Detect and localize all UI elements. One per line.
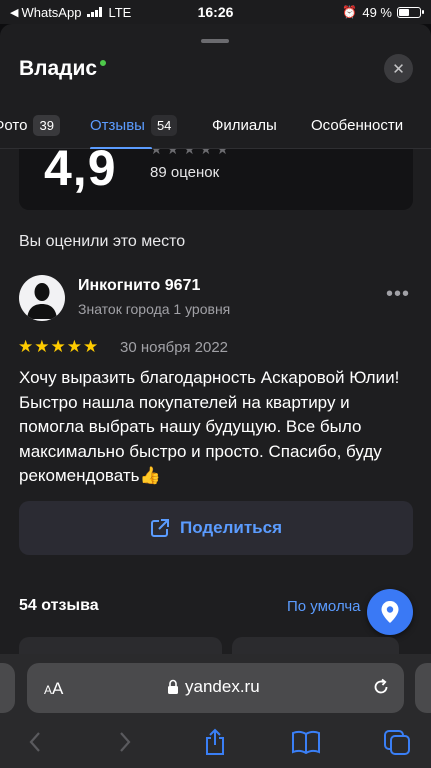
close-icon: ✕: [392, 60, 405, 78]
chevron-left-icon: [29, 732, 40, 752]
tabs-button[interactable]: [382, 728, 412, 756]
tab-label: Особенности: [311, 116, 404, 134]
user-silhouette-icon: [27, 283, 57, 319]
tab-count: 54: [150, 114, 178, 136]
tab-label: Фото: [0, 116, 28, 134]
share-button[interactable]: Поделиться: [19, 501, 413, 555]
battery-icon: [397, 6, 424, 18]
place-title-text: Владис: [19, 57, 98, 80]
map-button[interactable]: [367, 589, 413, 635]
tab-branches[interactable]: Филиалы: [212, 101, 277, 149]
review-author[interactable]: Инкогнито 9671: [78, 277, 200, 295]
review-date: 30 ноября 2022: [120, 339, 229, 356]
review-stars: ★★★★★: [18, 337, 100, 356]
status-bar: ◀ WhatsApp LTE 16:26 ⏰ 49 %: [0, 0, 431, 24]
next-tab-preview[interactable]: [415, 663, 431, 713]
back-button[interactable]: [20, 728, 50, 756]
back-app-label[interactable]: WhatsApp: [21, 5, 81, 20]
rating-stars: ★★★★★: [150, 149, 233, 157]
battery-percent: 49 %: [362, 4, 392, 20]
rating-summary-card: 4,9 ★★★★★ 89 оценок: [19, 149, 413, 210]
ratings-count: 89 оценок: [150, 164, 220, 181]
alarm-icon: ⏰: [342, 5, 358, 19]
place-title: Владис: [19, 57, 109, 81]
lock-icon: [168, 679, 178, 694]
avatar[interactable]: [19, 275, 65, 321]
sort-button[interactable]: По умолча: [287, 598, 361, 615]
map-pin-icon: [381, 601, 399, 623]
share-icon: [150, 519, 169, 537]
more-options-button[interactable]: •••: [386, 284, 410, 304]
share-page-button[interactable]: [200, 728, 230, 756]
browser-toolbar: AA yandex.ru: [0, 654, 431, 768]
address-bar[interactable]: AA yandex.ru: [27, 663, 404, 713]
forward-button[interactable]: [110, 728, 140, 756]
reader-settings-button[interactable]: AA: [44, 679, 63, 699]
tab-label: Отзывы: [90, 116, 145, 134]
review-text: Хочу выразить благодарность Аскаровой Юл…: [19, 368, 400, 485]
tab-features[interactable]: Особенности: [311, 101, 403, 149]
network-label: LTE: [108, 4, 132, 20]
you-rated-heading: Вы оценили это место: [19, 233, 186, 250]
previous-tab-preview[interactable]: [0, 663, 15, 713]
chevron-right-icon: [120, 732, 131, 752]
place-card-sheet: Владис ✕ Фото 39 Отзывы 54 Филиалы Особе…: [0, 24, 431, 664]
ellipsis-icon: •••: [386, 283, 411, 305]
tabs-icon: [384, 730, 410, 755]
clock: 16:26: [197, 4, 234, 20]
average-rating: 4,9: [44, 149, 117, 196]
close-button[interactable]: ✕: [384, 54, 413, 83]
tab-count: 39: [33, 114, 60, 136]
url-text: yandex.ru: [185, 677, 260, 696]
bookmarks-button[interactable]: [291, 728, 321, 756]
verified-dot-icon: [98, 58, 109, 68]
author-level: Знаток города 1 уровня: [78, 301, 231, 317]
tab-label: Филиалы: [212, 116, 277, 134]
reviews-count: 54 отзыва: [19, 597, 99, 614]
share-icon: [206, 728, 224, 755]
sheet-grabber[interactable]: [201, 39, 229, 43]
back-arrow-icon[interactable]: ◀: [10, 6, 18, 19]
reload-icon[interactable]: [371, 677, 391, 697]
tab-photos[interactable]: Фото 39: [0, 101, 60, 149]
tab-reviews[interactable]: Отзывы 54: [90, 101, 178, 149]
tab-bar: Фото 39 Отзывы 54 Филиалы Особенности: [0, 101, 431, 150]
book-icon: [292, 730, 320, 754]
share-label: Поделиться: [179, 518, 283, 537]
signal-icon: [87, 7, 103, 17]
